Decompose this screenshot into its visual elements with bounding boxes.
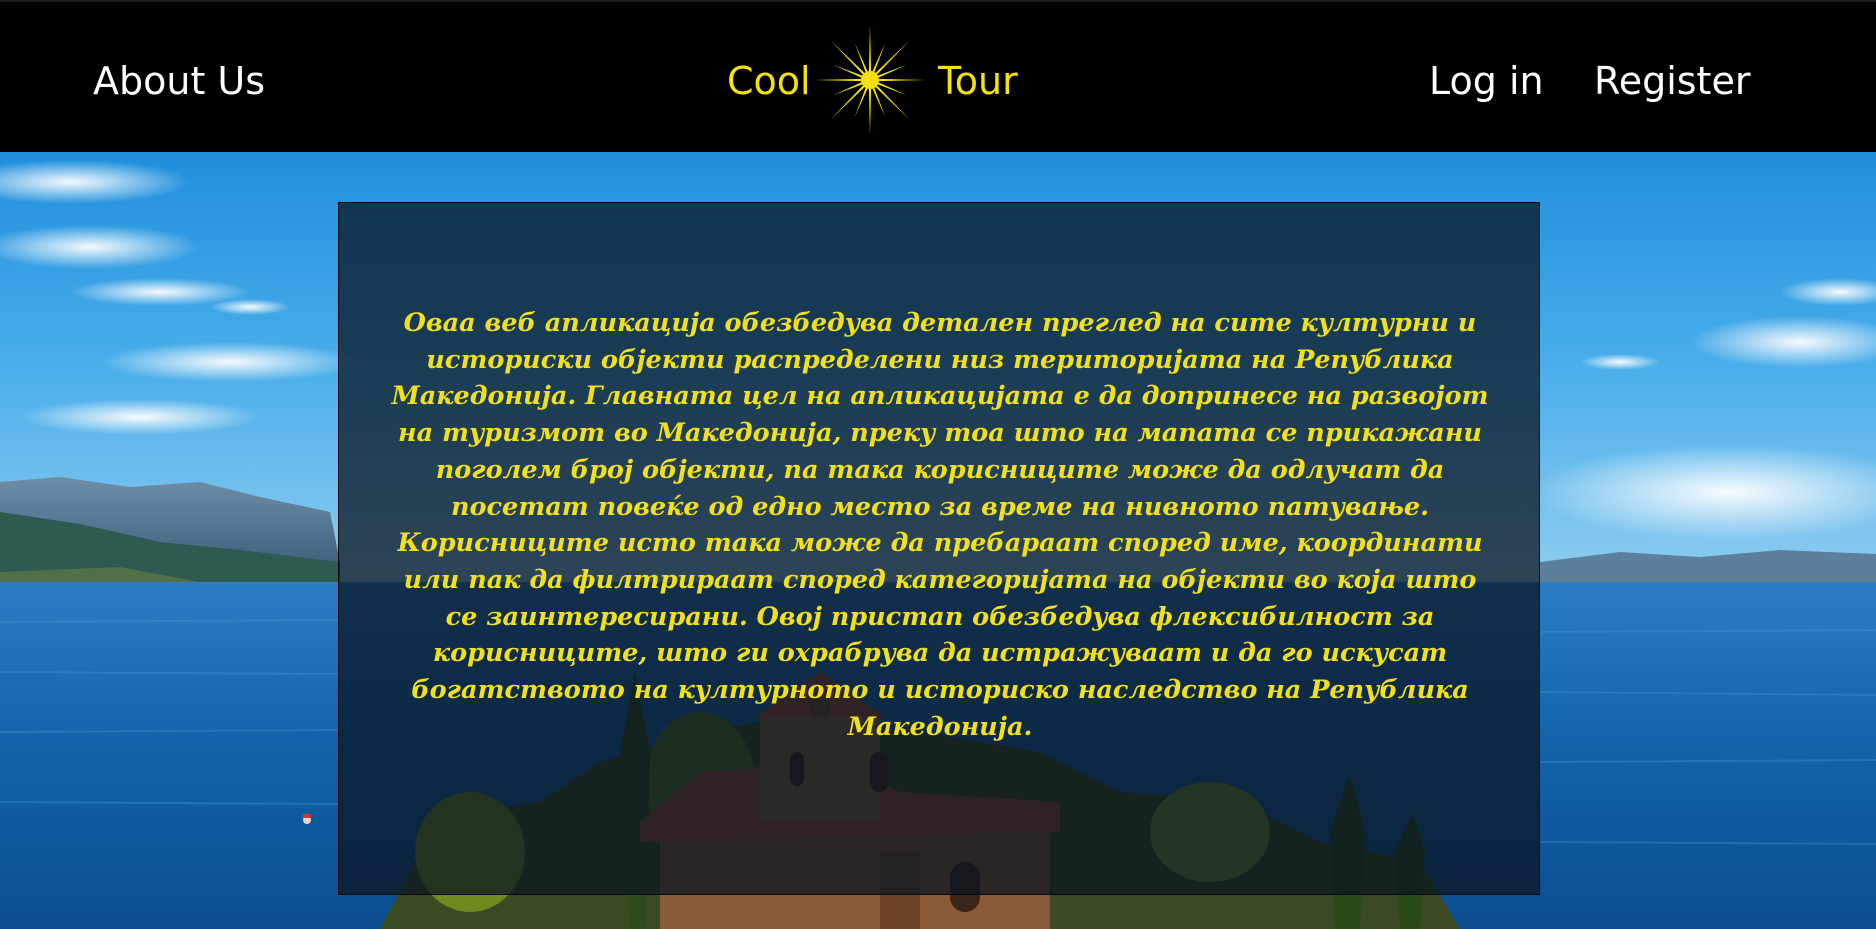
about-description-text: Оваа веб апликација обезбедува детален п…	[391, 308, 1489, 742]
login-link[interactable]: Log in	[1429, 58, 1544, 104]
brand-logo[interactable]: Cool Tour	[720, 20, 1020, 140]
register-link[interactable]: Register	[1594, 58, 1750, 104]
about-info-panel: Оваа веб апликација обезбедува детален п…	[338, 202, 1540, 895]
brand-word-right: Tour	[938, 59, 1018, 103]
page: About Us Cool Tour Log in Register Оваа …	[0, 0, 1876, 929]
top-navbar: About Us Cool Tour Log in Register	[0, 0, 1876, 152]
vergina-sun-icon	[814, 24, 926, 136]
about-us-link[interactable]: About Us	[93, 58, 265, 104]
brand-word-left: Cool	[727, 59, 811, 103]
